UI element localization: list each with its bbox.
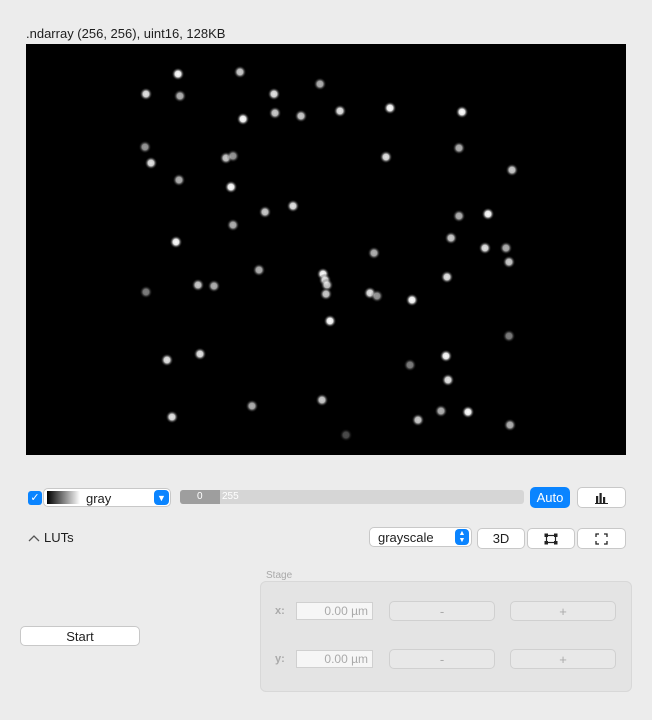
fluorescent-spot: [439, 349, 453, 363]
chevron-down-icon: ▼: [154, 490, 169, 505]
histogram-icon: [594, 492, 608, 504]
3d-view-button[interactable]: 3D: [477, 528, 525, 549]
start-button[interactable]: Start: [20, 626, 140, 646]
fluorescent-spot: [411, 413, 425, 427]
lut-mode-label: grayscale: [378, 530, 434, 545]
fluorescent-spot: [268, 106, 282, 120]
stage-y-minus-button[interactable]: -: [389, 649, 495, 669]
fluorescent-spot: [165, 410, 179, 424]
fluorescent-spot: [405, 293, 419, 307]
lut-mode-select[interactable]: grayscale ▲ ▼: [369, 527, 472, 547]
fluorescent-spot: [319, 287, 333, 301]
fluorescent-spot: [144, 156, 158, 170]
fluorescent-spot: [236, 112, 250, 126]
fluorescent-spot: [502, 255, 516, 269]
stage-title: Stage: [266, 570, 293, 581]
fluorescent-spot: [226, 149, 240, 163]
fluorescent-spot: [160, 353, 174, 367]
auto-contrast-button[interactable]: Auto: [530, 487, 570, 508]
fluorescent-spot: [383, 101, 397, 115]
fluorescent-spot: [503, 418, 517, 432]
fluorescent-spot: [233, 65, 247, 79]
image-canvas[interactable]: [26, 44, 626, 455]
chevron-up-icon: [28, 531, 40, 545]
stage-y-plus-button[interactable]: +: [510, 649, 616, 669]
fluorescent-spot: [478, 241, 492, 255]
fluorescent-spot: [367, 246, 381, 260]
histogram-button[interactable]: [577, 487, 626, 508]
fluorescent-spot: [169, 235, 183, 249]
fluorescent-spot: [258, 205, 272, 219]
colormap-select[interactable]: gray ▼: [43, 488, 171, 507]
visibility-checkbox[interactable]: ✓: [28, 491, 42, 505]
luts-toggle[interactable]: LUTs: [28, 530, 74, 545]
stage-y-label: y:: [275, 653, 285, 665]
stage-x-minus-button[interactable]: -: [389, 601, 495, 621]
check-icon: ✓: [30, 491, 40, 504]
fluorescent-spot: [333, 104, 347, 118]
fullscreen-icon: [595, 532, 608, 545]
roi-icon: [544, 533, 558, 544]
fluorescent-spot: [286, 199, 300, 213]
fluorescent-spot: [481, 207, 495, 221]
fluorescent-spot: [452, 141, 466, 155]
luts-label: LUTs: [44, 530, 74, 545]
fluorescent-spot: [139, 87, 153, 101]
contrast-range-slider[interactable]: 0 255: [180, 490, 524, 504]
stage-x-field[interactable]: 0.00 µm: [296, 602, 373, 620]
fluorescent-spot: [452, 209, 466, 223]
colormap-gradient-swatch: [47, 491, 80, 504]
range-high-value: 255: [222, 491, 239, 502]
fluorescent-spot: [315, 393, 329, 407]
fluorescent-spot: [444, 231, 458, 245]
fluorescent-spot: [171, 67, 185, 81]
fluorescent-spot: [139, 285, 153, 299]
fluorescent-spot: [323, 314, 337, 328]
fluorescent-spot: [441, 373, 455, 387]
stage-y-field[interactable]: 0.00 µm: [296, 650, 373, 668]
stage-panel: x: 0.00 µm - + y: 0.00 µm - +: [260, 581, 632, 692]
fluorescent-spot: [313, 77, 327, 91]
fluorescent-spot: [172, 173, 186, 187]
image-title: .ndarray (256, 256), uint16, 128KB: [26, 26, 226, 41]
fullscreen-button[interactable]: [577, 528, 626, 549]
image-spots: [138, 65, 519, 442]
fluorescent-spot: [502, 329, 516, 343]
fluorescent-spot: [173, 89, 187, 103]
fluorescent-spot: [207, 279, 221, 293]
fluorescent-spot: [138, 140, 152, 154]
range-low-value: 0: [197, 491, 203, 502]
fluorescent-spot: [505, 163, 519, 177]
colormap-label: gray: [86, 491, 112, 506]
fluorescent-spot: [370, 289, 384, 303]
fluorescent-spot: [245, 399, 259, 413]
stage-x-label: x:: [275, 605, 285, 617]
fluorescent-spot: [226, 218, 240, 232]
fluorescent-spot: [294, 109, 308, 123]
fluorescent-spot: [499, 241, 513, 255]
fluorescent-spot: [267, 87, 281, 101]
fluorescent-spot: [440, 270, 454, 284]
stage-x-plus-button[interactable]: +: [510, 601, 616, 621]
fluorescent-spot: [403, 358, 417, 372]
fluorescent-spot: [224, 180, 238, 194]
fluorescent-spot: [455, 105, 469, 119]
fluorescent-spot: [461, 405, 475, 419]
fluorescent-spot: [379, 150, 393, 164]
fluorescent-spot: [252, 263, 266, 277]
fluorescent-spot: [193, 347, 207, 361]
fluorescent-spot: [191, 278, 205, 292]
updown-icon: ▲ ▼: [455, 529, 469, 545]
roi-button[interactable]: [527, 528, 575, 549]
fluorescent-spot: [434, 404, 448, 418]
fluorescent-spot: [339, 428, 353, 442]
